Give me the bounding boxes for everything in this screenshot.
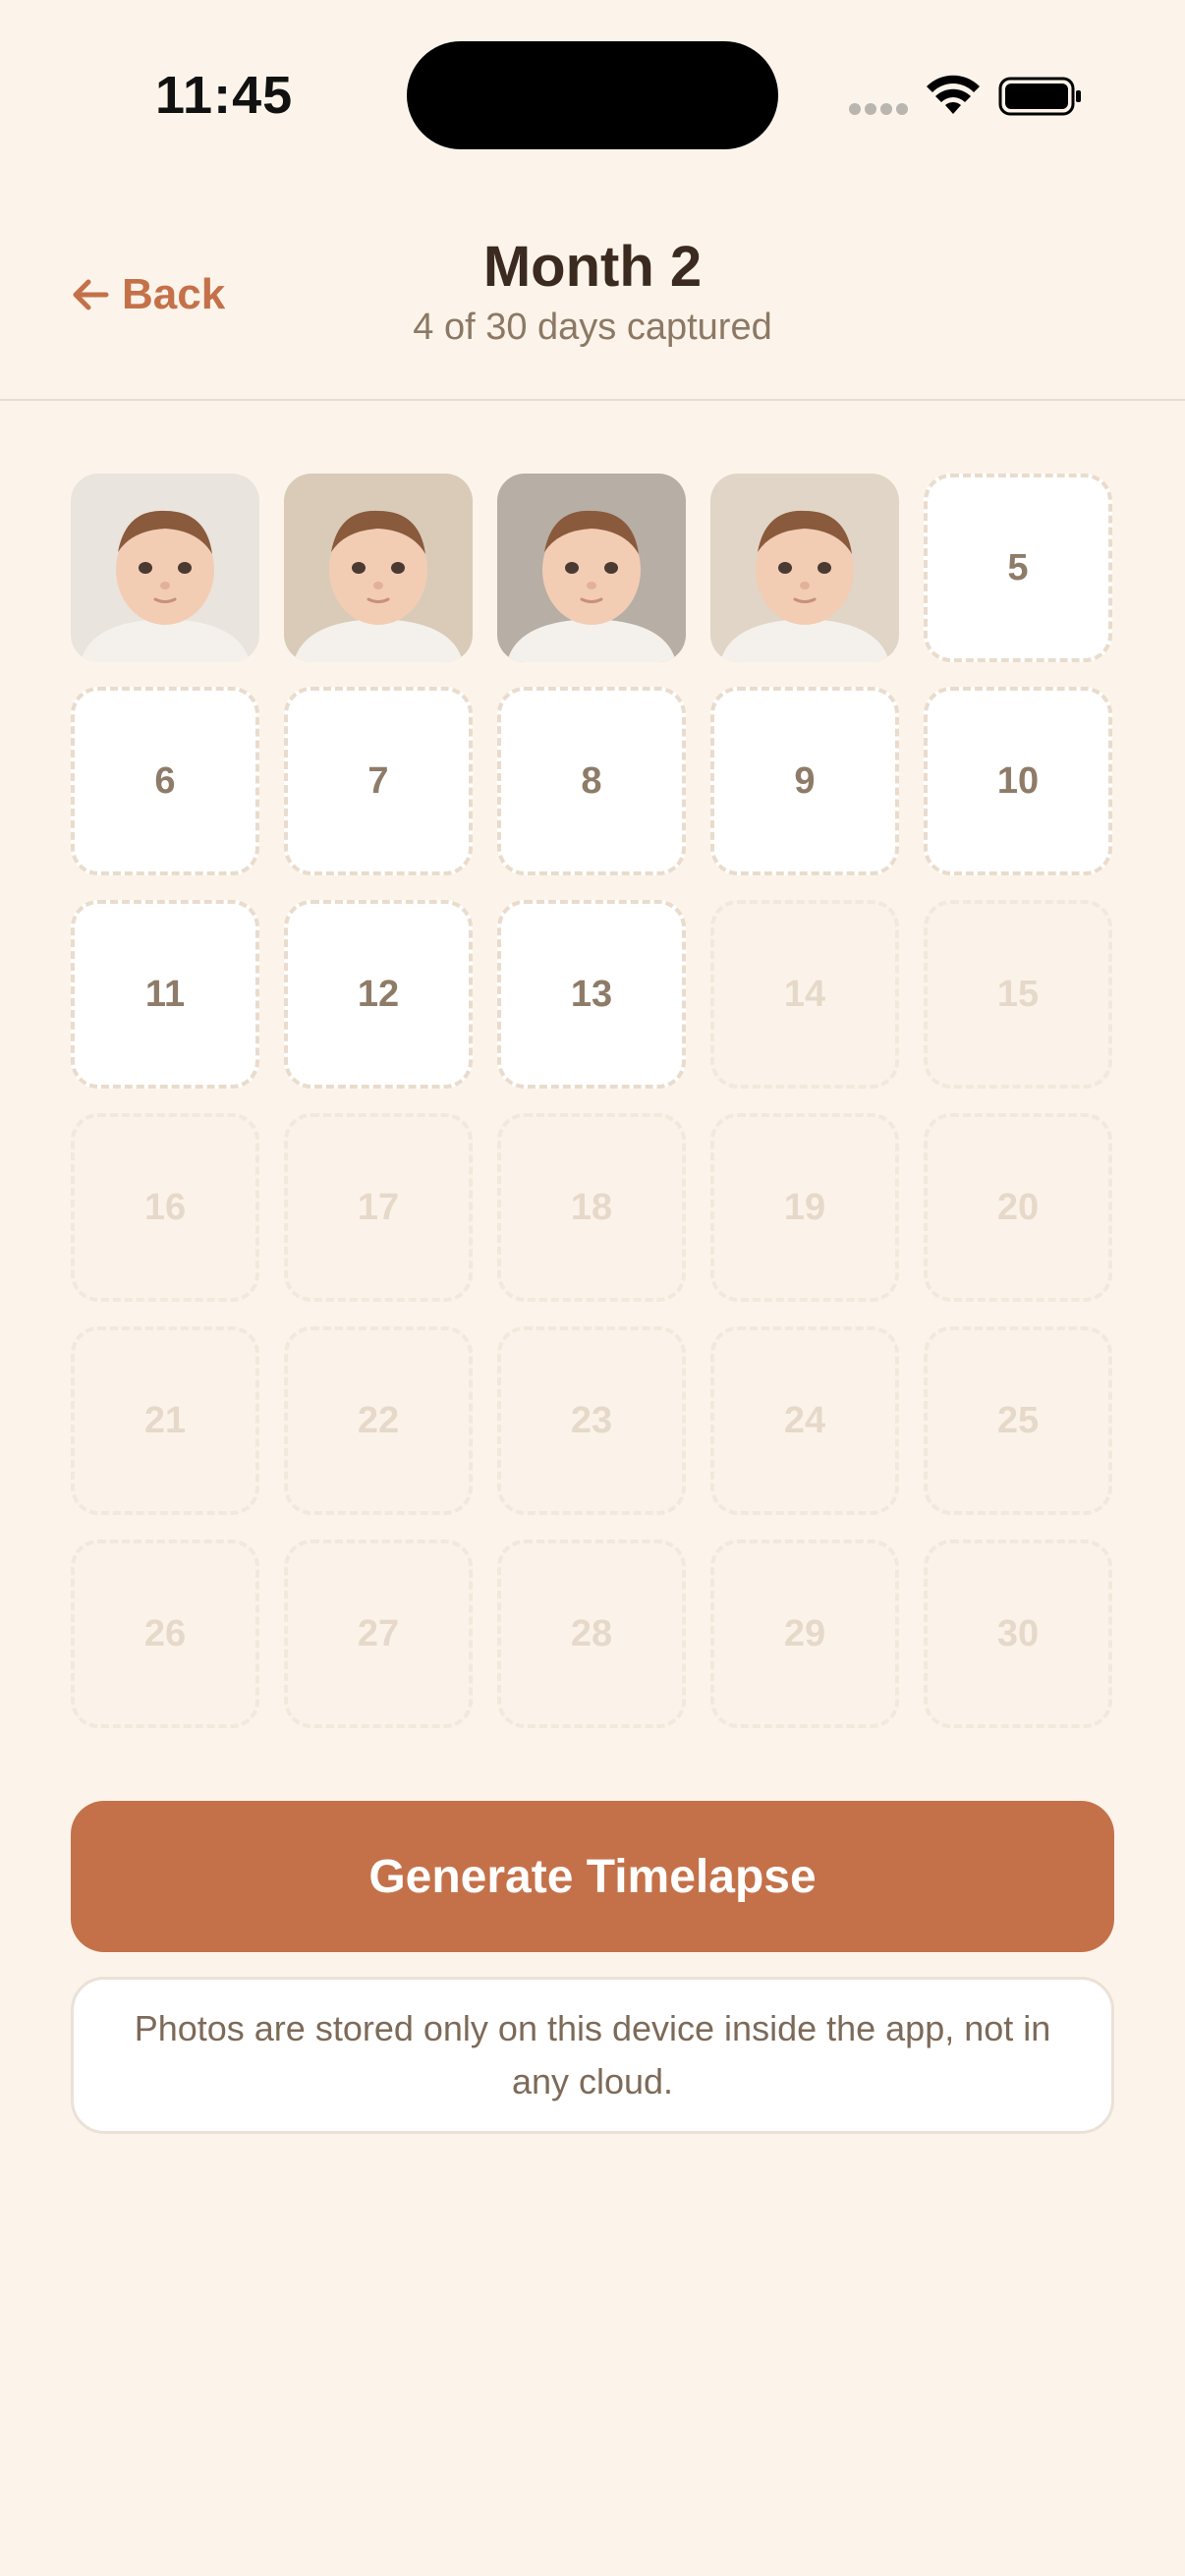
wifi-icon [927,75,980,114]
day-number: 19 [783,1186,826,1228]
navigation-header: Back Month 2 4 of 30 days captured [0,216,1185,403]
day-number: 30 [996,1612,1040,1654]
day-number: 6 [154,759,176,802]
day-number: 26 [143,1612,187,1654]
day-number: 14 [783,973,826,1015]
day-number: 10 [996,759,1040,802]
day-cell-photo[interactable] [284,474,473,662]
day-cell-empty[interactable]: 11 [71,900,259,1089]
day-cell-locked: 23 [497,1326,686,1515]
day-cell-empty[interactable]: 12 [284,900,473,1089]
day-number: 9 [794,759,816,802]
day-number: 12 [357,973,400,1015]
day-cell-locked: 14 [710,900,899,1089]
day-cell-locked: 19 [710,1113,899,1302]
day-number: 7 [367,759,389,802]
day-cell-empty[interactable]: 5 [924,474,1112,662]
day-cell-empty[interactable]: 10 [924,687,1112,875]
day-cell-locked: 18 [497,1113,686,1302]
baby-photo-image [710,474,899,662]
day-cell-photo[interactable] [710,474,899,662]
baby-photo-image [284,474,473,662]
cellular-signal-icon [849,103,908,117]
day-cell-photo[interactable] [71,474,259,662]
day-cell-empty[interactable]: 7 [284,687,473,875]
day-number: 17 [357,1186,400,1228]
day-number: 21 [143,1399,187,1441]
day-number: 24 [783,1399,826,1441]
status-bar: 11:45 [0,0,1185,187]
day-number: 23 [570,1399,613,1441]
baby-photo-image [497,474,686,662]
day-cell-locked: 22 [284,1326,473,1515]
day-number: 25 [996,1399,1040,1441]
day-cell-locked: 28 [497,1540,686,1728]
day-cell-locked: 20 [924,1113,1112,1302]
day-number: 22 [357,1399,400,1441]
day-cell-locked: 27 [284,1540,473,1728]
day-number: 5 [1007,546,1029,588]
day-number: 18 [570,1186,613,1228]
baby-photo-image [71,474,259,662]
day-number: 11 [144,973,186,1015]
day-cell-photo[interactable] [497,474,686,662]
header-divider [0,399,1185,401]
battery-icon [998,77,1081,116]
day-cell-empty[interactable]: 9 [710,687,899,875]
day-cell-locked: 15 [924,900,1112,1089]
day-cell-locked: 25 [924,1326,1112,1515]
day-number: 20 [996,1186,1040,1228]
generate-timelapse-button[interactable]: Generate Timelapse [71,1801,1114,1952]
day-cell-locked: 29 [710,1540,899,1728]
day-number: 28 [570,1612,613,1654]
day-cell-locked: 26 [71,1540,259,1728]
day-number: 27 [357,1612,400,1654]
day-cell-locked: 17 [284,1113,473,1302]
privacy-notice-text: Photos are stored only on this device in… [134,2008,1051,2101]
dynamic-island [407,41,778,149]
day-cell-empty[interactable]: 13 [497,900,686,1089]
page-title: Month 2 [482,235,703,299]
day-number: 29 [783,1612,826,1654]
day-cell-empty[interactable]: 6 [71,687,259,875]
day-cell-locked: 30 [924,1540,1112,1728]
page-subtitle: 4 of 30 days captured [413,307,772,348]
status-time: 11:45 [155,66,294,125]
day-cell-locked: 16 [71,1113,259,1302]
day-number: 8 [581,759,602,802]
day-number: 16 [143,1186,187,1228]
day-cell-empty[interactable]: 8 [497,687,686,875]
privacy-notice: Photos are stored only on this device in… [71,1977,1114,2134]
day-cell-locked: 24 [710,1326,899,1515]
day-cell-locked: 21 [71,1326,259,1515]
day-number: 15 [996,973,1040,1015]
day-number: 13 [570,973,613,1015]
